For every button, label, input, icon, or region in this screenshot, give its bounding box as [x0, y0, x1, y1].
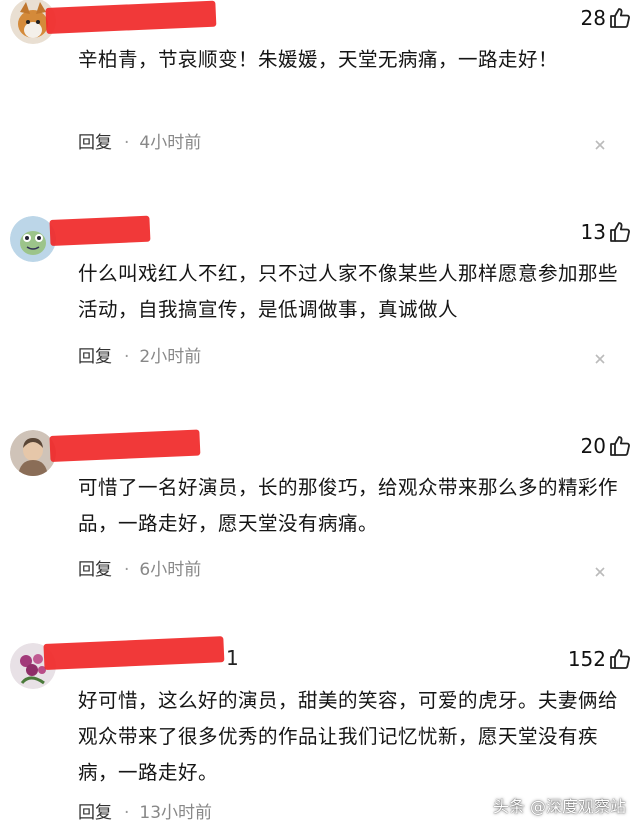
- close-icon[interactable]: [594, 136, 606, 150]
- thumbs-up-icon[interactable]: [608, 6, 632, 30]
- comment-text: 什么叫戏红人不红，只不过人家不像某些人那样愿意参加那些活动，自我搞宣传，是低调做…: [78, 262, 619, 321]
- comment-text: 可惜了一名好演员，长的那俊巧，给观众带来那么多的精彩作品，一路走好，愿天堂没有病…: [78, 476, 619, 535]
- comment-meta: 回复 · 4小时前: [78, 133, 202, 153]
- like-count: 28: [580, 6, 606, 30]
- watermark: 头条 @深度观察站: [492, 797, 626, 816]
- reply-button[interactable]: 回复: [78, 803, 112, 823]
- timestamp: 6小时前: [139, 560, 202, 580]
- like-count: 152: [567, 647, 606, 671]
- comment-text: 好可惜，这么好的演员，甜美的笑容，可爱的虎牙。夫妻俩给观众带来了很多优秀的作品让…: [78, 689, 619, 784]
- thumbs-up-icon[interactable]: [608, 220, 632, 244]
- thumbs-up-icon[interactable]: [608, 434, 632, 458]
- redacted-username: [49, 429, 201, 462]
- comment-meta: 回复 · 13小时前: [78, 803, 213, 823]
- reply-button[interactable]: 回复: [78, 560, 112, 580]
- comment-meta: 回复 · 2小时前: [78, 347, 202, 367]
- close-icon[interactable]: [594, 350, 606, 364]
- redacted-username: [49, 215, 151, 246]
- comment-text: 辛柏青，节哀顺变！朱媛媛，天堂无病痛，一路走好！: [78, 48, 559, 71]
- like-count: 20: [580, 434, 606, 458]
- reply-button[interactable]: 回复: [78, 133, 112, 153]
- timestamp: 4小时前: [139, 133, 202, 153]
- thumbs-up-icon[interactable]: [608, 647, 632, 671]
- timestamp: 13小时前: [139, 803, 213, 823]
- comment-meta: 回复 · 6小时前: [78, 560, 202, 580]
- timestamp: 2小时前: [139, 347, 202, 367]
- username-fragment: 1: [226, 646, 239, 670]
- redacted-username: [45, 0, 217, 34]
- reply-button[interactable]: 回复: [78, 347, 112, 367]
- like-count: 13: [580, 220, 606, 244]
- redacted-username: [43, 636, 225, 670]
- close-icon[interactable]: [594, 563, 606, 577]
